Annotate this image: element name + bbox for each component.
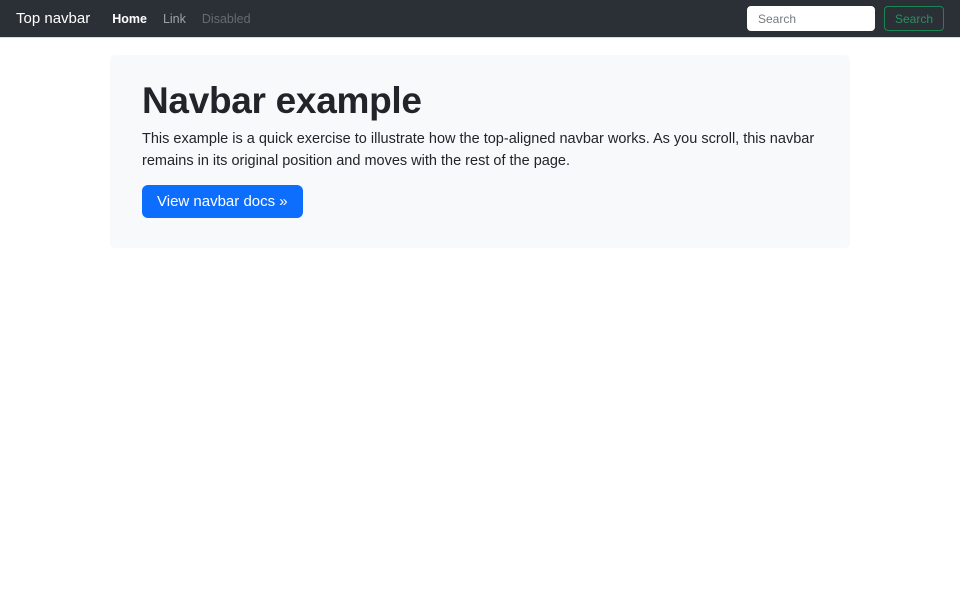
nav-item-home[interactable]: Home bbox=[104, 12, 155, 26]
main-content: Navbar example This example is a quick e… bbox=[0, 55, 960, 248]
jumbotron-panel: Navbar example This example is a quick e… bbox=[110, 55, 850, 248]
intro-text: This example is a quick exercise to illu… bbox=[142, 131, 815, 169]
navbar-nav: Home Link Disabled bbox=[104, 12, 258, 26]
search-button[interactable]: Search bbox=[883, 6, 944, 31]
search-form: Search bbox=[746, 6, 944, 31]
search-input[interactable] bbox=[746, 6, 875, 31]
view-navbar-docs-button[interactable]: View navbar docs » bbox=[142, 185, 303, 218]
page-title: Navbar example bbox=[142, 80, 422, 121]
nav-item-disabled: Disabled bbox=[201, 11, 251, 26]
nav-item-link[interactable]: Link bbox=[155, 12, 194, 26]
top-navbar: Top navbar Home Link Disabled Search bbox=[0, 0, 960, 38]
navbar-brand[interactable]: Top navbar bbox=[16, 10, 90, 27]
